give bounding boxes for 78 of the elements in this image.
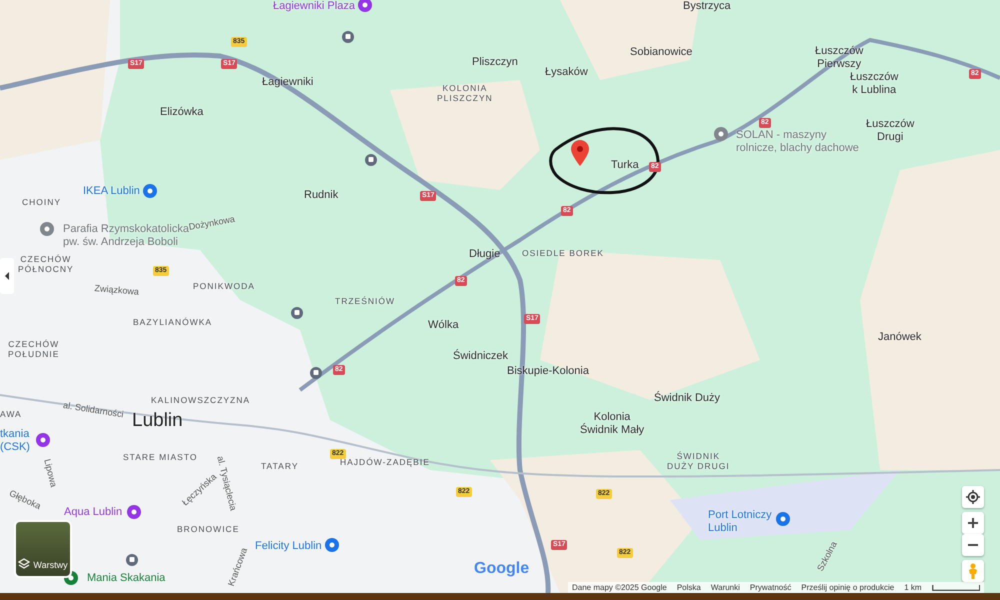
map-label: Lublin: [132, 410, 183, 432]
map-label: AWA: [0, 410, 22, 420]
pegman-icon: [968, 563, 978, 579]
map-label: Mania Skakania: [87, 572, 166, 585]
scale-bar-icon: [932, 584, 980, 592]
zoom-out-button[interactable]: [962, 534, 984, 556]
place-marker-icon[interactable]: [143, 184, 157, 198]
map-label: Kolonia Świdnik Mały: [580, 411, 644, 436]
zoom-in-button[interactable]: [962, 512, 984, 534]
map-label: Elizówka: [160, 106, 204, 119]
footer-link[interactable]: Warunki: [710, 583, 740, 592]
map-label: HAJDÓW-ZADĘBIE: [340, 458, 430, 468]
place-marker-icon[interactable]: [127, 505, 141, 519]
map-label: Bystrzyca: [683, 0, 731, 13]
map-label: Biskupie-Kolonia: [507, 365, 589, 378]
place-marker-icon[interactable]: [40, 222, 54, 236]
map-label: Łuszczów Drugi: [866, 118, 914, 144]
map-label: Wólka: [428, 319, 459, 332]
map-label: PONIKWODA: [193, 282, 255, 292]
location-pin-icon[interactable]: [571, 140, 589, 166]
map-label: CZECHÓW PÓŁNOCNY: [18, 255, 74, 275]
map-label: Felicity Lublin: [255, 540, 322, 553]
map-label: Łagiewniki: [262, 76, 314, 89]
collapse-panel-icon[interactable]: [0, 258, 14, 294]
map-label: Lipowa: [42, 458, 59, 488]
bus-stop-icon[interactable]: [126, 554, 138, 566]
google-logo: Google: [474, 560, 530, 578]
map-label: Związkowa: [94, 283, 140, 298]
place-marker-icon[interactable]: [714, 127, 728, 141]
map-label: tkania (CSK): [0, 428, 30, 454]
map-label: Rudnik: [304, 189, 338, 202]
target-icon: [966, 490, 980, 504]
map-label: Świdniczek: [453, 350, 508, 363]
map-label: Port Lotniczy Lublin: [708, 509, 772, 534]
map-label: Sobianowice: [630, 46, 692, 59]
bus-stop-icon[interactable]: [365, 154, 377, 166]
map-label: CHOINY: [22, 198, 62, 208]
layers-icon: [18, 558, 30, 570]
map-label: SOLAN - maszyny rolnicze, blachy dachowe: [736, 129, 859, 154]
map-label: Aqua Lublin: [64, 506, 122, 519]
map-label: Dożynkowa: [188, 214, 236, 232]
map-label: TATARY: [261, 462, 298, 472]
map-label: STARE MIASTO: [123, 453, 198, 463]
map-label: Pliszczyn: [472, 56, 518, 69]
footer-link[interactable]: Prześlij opinię o produkcie: [801, 583, 894, 592]
map-label: ŚWIDNIK DUŻY DRUGI: [667, 452, 730, 472]
place-marker-icon[interactable]: [776, 512, 790, 526]
bus-stop-icon[interactable]: [291, 307, 303, 319]
bus-stop-icon[interactable]: [342, 31, 354, 43]
map-label: Parafia Rzymskokatolicka pw. św. Andrzeja Boboli: [63, 223, 189, 248]
place-marker-icon[interactable]: [325, 538, 339, 552]
layers-button[interactable]: Warstwy: [14, 520, 72, 578]
map-label: Długie: [469, 248, 500, 261]
map-label: al. Solidarności: [62, 400, 124, 420]
map-label: KALINOWSZCZYZNA: [151, 396, 250, 406]
place-marker-icon[interactable]: [36, 433, 50, 447]
map-label: IKEA Lublin: [83, 185, 140, 198]
place-marker-icon[interactable]: [358, 0, 372, 12]
footer-link[interactable]: Dane mapy ©2025 Google: [572, 583, 667, 592]
map-label: OSIEDLE BOREK: [522, 249, 604, 259]
map-label: Łuszczów k Lublina: [850, 71, 898, 96]
map-label: TRZEŚNIÓW: [335, 297, 395, 307]
map-label: BRONOWICE: [177, 525, 240, 535]
map-label: Łagiewniki Plaza: [273, 0, 355, 13]
map-label: BAZYLIANÓWKA: [133, 318, 212, 328]
map-label: CZECHÓW POŁUDNIE: [8, 340, 60, 360]
my-location-button[interactable]: [962, 486, 984, 508]
bus-stop-icon[interactable]: [310, 367, 322, 379]
map-label: Janówek: [878, 331, 922, 344]
map-label: Turka: [611, 159, 639, 172]
map-label: KOLONIA PLISZCZYN: [437, 84, 493, 104]
footer-link[interactable]: Polska: [676, 583, 701, 592]
plus-icon: [968, 518, 978, 528]
map-label: Łuszczów Pierwszy: [815, 45, 864, 70]
footer-link[interactable]: Prywatność: [750, 583, 792, 592]
scale-label: 1 km: [904, 583, 922, 592]
map-label: Świdnik Duży: [654, 392, 720, 405]
map-label: Łysaków: [545, 66, 588, 79]
